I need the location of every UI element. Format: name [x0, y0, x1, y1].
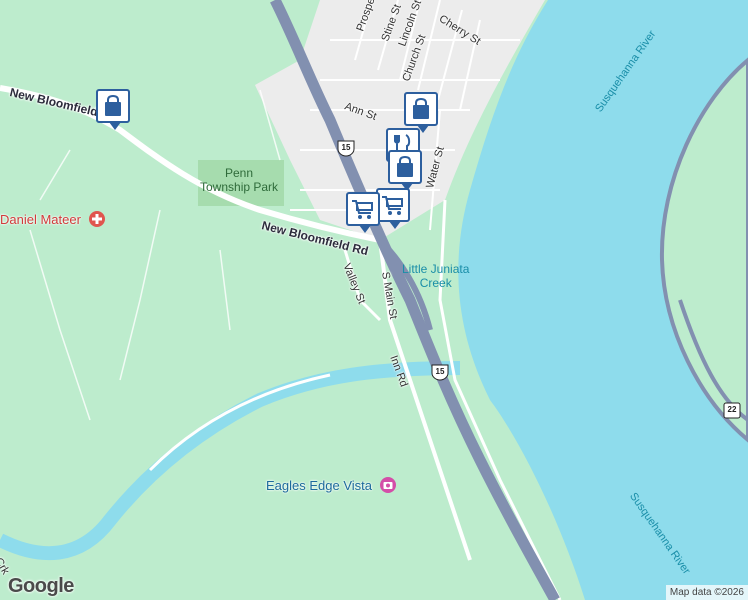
shopping-bag-marker-town-1[interactable] — [404, 92, 438, 133]
daniel-mateer-label[interactable]: Daniel Mateer — [0, 210, 106, 228]
us-15-shield-south-text: 15 — [435, 367, 445, 376]
daniel-mateer-text: Daniel Mateer — [0, 212, 81, 227]
shopping-cart-marker-2[interactable] — [346, 192, 380, 233]
map-attribution[interactable]: Map data ©2026 — [665, 585, 748, 600]
shopping-bag-marker-west[interactable] — [96, 89, 130, 130]
shermans-creek — [0, 361, 461, 561]
pa-22-shield: 22 — [723, 402, 741, 419]
google-logo[interactable]: Google — [8, 575, 74, 598]
eagles-edge-vista-label[interactable]: Eagles Edge Vista — [266, 476, 397, 494]
shopping-bag-icon — [105, 94, 121, 116]
shopping-cart-icon — [382, 196, 403, 215]
shopping-cart-icon — [352, 200, 373, 219]
little-juniata-creek-label: Little Juniata Creek — [402, 262, 470, 290]
shopping-cart-marker-1[interactable] — [376, 188, 410, 229]
camera-icon — [379, 477, 396, 493]
us-15-shield-south: 15 — [431, 364, 449, 381]
shopping-bag-icon — [413, 97, 429, 119]
rural-roads — [29, 89, 281, 421]
us-15-shield-north: 15 — [337, 140, 355, 157]
medical-cross-icon — [88, 211, 105, 227]
map-canvas[interactable]: New Bloomfield Rd New Bloomfield Rd Pros… — [0, 0, 748, 600]
shopping-bag-icon — [397, 155, 413, 177]
us-15-shield-north-text: 15 — [341, 143, 351, 152]
penn-township-park-label: Penn Township Park — [200, 166, 279, 194]
pa-22-shield-text: 22 — [727, 405, 737, 414]
shopping-bag-marker-town-2[interactable] — [388, 150, 422, 191]
eagles-edge-vista-text: Eagles Edge Vista — [266, 478, 372, 493]
